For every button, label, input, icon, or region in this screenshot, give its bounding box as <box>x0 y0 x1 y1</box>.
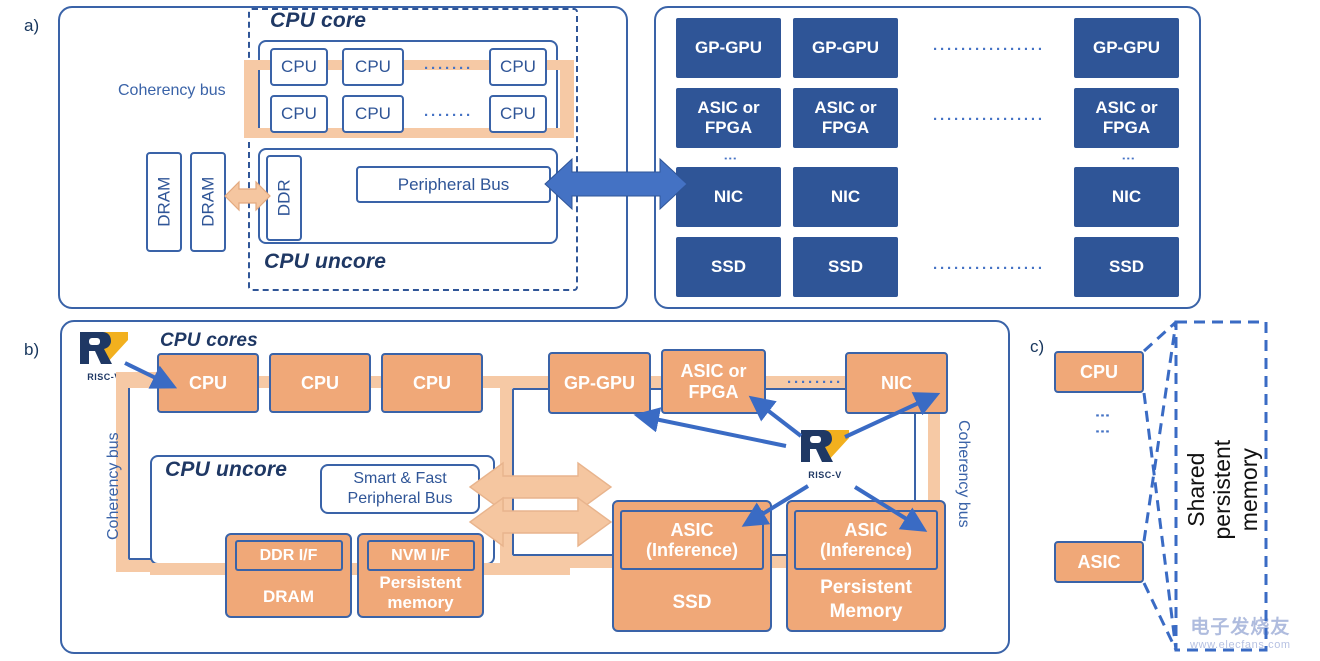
panel-b-peripheral-bus: Smart & Fast Peripheral Bus <box>320 464 480 514</box>
panel-a-cpu-core-title: CPU core <box>270 9 367 32</box>
panel-b-cpu-core-2: CPU <box>269 353 371 413</box>
panel-a-peripheral-bus: Peripheral Bus <box>356 166 551 203</box>
riscv-logo-accelerators: RISC-V <box>797 428 853 480</box>
panel-c-label: c) <box>1030 337 1045 356</box>
panel-a-acc-c2-nic: NIC <box>793 167 898 227</box>
panel-c-cpu-node: CPU <box>1054 351 1144 393</box>
panel-a-row-ssd-ellipsis: ················ <box>933 260 1045 277</box>
riscv-logo-mark-icon <box>80 332 128 364</box>
panel-b-ssd-label: SSD <box>672 592 712 613</box>
panel-a-dram-2: DRAM <box>190 152 226 252</box>
panel-c-shared-memory-label: Shared persistent memory <box>1183 340 1262 640</box>
panel-b-right-bus-vertical-a <box>500 376 512 568</box>
panel-a-cpu-r2-c3: CPU <box>489 95 547 133</box>
panel-a-acc-c2-ssd: SSD <box>793 237 898 297</box>
panel-b-coherency-bus-right-label: Coherency bus <box>955 420 972 528</box>
panel-b-accelerator-ellipsis: ········ <box>787 374 843 391</box>
panel-b-persistent-memory-label: Persistent memory <box>379 573 462 613</box>
panel-a-coherency-bus-right-rail <box>560 60 574 138</box>
panel-c-vertical-ellipsis: ⋮⋮ <box>1094 408 1111 440</box>
panel-b-gp-gpu: GP-GPU <box>548 352 651 414</box>
panel-a-cpu-r1-c2: CPU <box>342 48 404 86</box>
panel-b-cpu-cores-title: CPU cores <box>160 330 258 351</box>
panel-a-acc-c3-nic: NIC <box>1074 167 1179 227</box>
panel-b-memory-unit-nvm: NVM I/F Persistent memory <box>357 533 484 618</box>
panel-a-core-row2-ellipsis: ······· <box>424 107 473 124</box>
panel-a-cpu-uncore-title: CPU uncore <box>264 250 387 273</box>
panel-b-cpu-uncore-title: CPU uncore <box>165 458 288 481</box>
panel-a-acc-c3-vertical-ellipsis: ⋮ <box>1121 152 1136 166</box>
panel-a-acc-c2-asic: ASIC or FPGA <box>793 88 898 148</box>
panel-a-coherency-bus-left-rail <box>244 60 258 138</box>
panel-a-dram-1: DRAM <box>146 152 182 252</box>
watermark-cn-text: 电子发烧友 <box>1190 616 1291 638</box>
panel-c-shared-memory-text: Shared persistent memory <box>1183 440 1263 540</box>
riscv-logo-mark-icon <box>801 430 849 462</box>
panel-b-memory-unit-dram: DDR I/F DRAM <box>225 533 352 618</box>
panel-b-storage-ssd: ASIC (Inference) SSD <box>612 500 772 632</box>
panel-a-acc-c3-gpgpu: GP-GPU <box>1074 18 1179 78</box>
riscv-logo-accelerators-text: RISC-V <box>808 470 842 480</box>
panel-a-dram-1-label: DRAM <box>154 176 174 228</box>
panel-b-dram-label: DRAM <box>263 587 314 606</box>
watermark: 电子发烧友 www.elecfans.com <box>1190 612 1291 651</box>
panel-a-cpu-r1-c1: CPU <box>270 48 328 86</box>
panel-a-acc-c1-asic: ASIC or FPGA <box>676 88 781 148</box>
panel-b-coherency-bus-left-label: Coherency bus <box>105 432 122 540</box>
panel-b-ddr-interface: DDR I/F <box>234 540 343 571</box>
panel-b-nic: NIC <box>845 352 948 414</box>
panel-b-persistent-memory-stack-label: Persistent Memory <box>820 577 912 622</box>
panel-a-cpu-r2-c2: CPU <box>342 95 404 133</box>
panel-b-pmem-inference-asic: ASIC (Inference) <box>794 510 938 570</box>
panel-a-acc-c1-vertical-ellipsis: ⋮ <box>723 152 738 166</box>
panel-b-peripheral-bus-line2: Peripheral Bus <box>347 490 453 507</box>
panel-b-nvm-interface: NVM I/F <box>366 540 475 571</box>
panel-b-ssd-inference-asic: ASIC (Inference) <box>620 510 764 570</box>
panel-c-asic-to-memory-connectors <box>1142 321 1178 651</box>
panel-a-cpu-r1-c3: CPU <box>489 48 547 86</box>
panel-c-cpu-to-memory-connectors <box>1142 320 1178 651</box>
panel-a-acc-c1-nic: NIC <box>676 167 781 227</box>
panel-b-cpu-core-1: CPU <box>157 353 259 413</box>
panel-a-ddr: DDR <box>266 155 302 241</box>
panel-a-ddr-label: DDR <box>274 179 294 217</box>
panel-a-acc-c1-gpgpu: GP-GPU <box>676 18 781 78</box>
panel-c-asic-node: ASIC <box>1054 541 1144 583</box>
panel-b-peripheral-bus-line1: Smart & Fast <box>353 470 447 487</box>
panel-a-row-gpgpu-ellipsis: ················ <box>933 41 1045 58</box>
panel-a-acc-c3-ssd: SSD <box>1074 237 1179 297</box>
panel-b-asic-fpga: ASIC or FPGA <box>661 349 766 414</box>
panel-a-label: a) <box>24 16 40 35</box>
panel-a-cpu-r2-c1: CPU <box>270 95 328 133</box>
panel-a-acc-c2-gpgpu: GP-GPU <box>793 18 898 78</box>
panel-b-storage-persistent-memory: ASIC (Inference) Persistent Memory <box>786 500 946 632</box>
panel-b-label: b) <box>24 340 40 359</box>
watermark-url-text: www.elecfans.com <box>1190 639 1291 651</box>
figure-canvas: a) CPU core CPU uncore Coherency bus CPU… <box>0 0 1320 661</box>
panel-a-acc-c1-ssd: SSD <box>676 237 781 297</box>
panel-a-core-row1-ellipsis: ······· <box>424 60 473 77</box>
panel-a-coherency-bus-label: Coherency bus <box>118 82 226 99</box>
panel-a-dram-2-label: DRAM <box>198 176 218 228</box>
panel-a-acc-c3-asic: ASIC or FPGA <box>1074 88 1179 148</box>
panel-a-row-asic-ellipsis: ················ <box>933 111 1045 128</box>
panel-b-cpu-core-3: CPU <box>381 353 483 413</box>
